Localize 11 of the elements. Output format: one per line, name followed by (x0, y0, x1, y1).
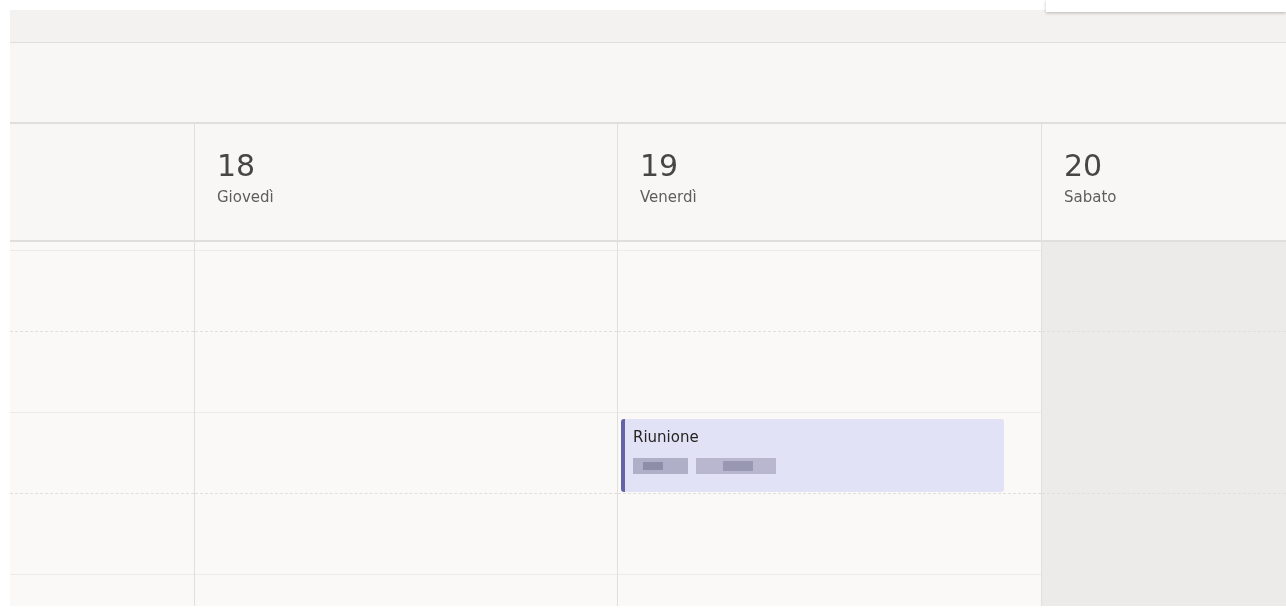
event-title: Riunione (633, 428, 699, 446)
day-header[interactable]: 20 Sabato (1041, 124, 1286, 242)
day-number: 20 (1064, 148, 1104, 184)
day-number: 18 (217, 148, 257, 184)
day-header[interactable]: 18 Giovedì (194, 124, 617, 242)
day-number: 19 (640, 148, 680, 184)
day-header[interactable]: 19 Venerdì (617, 124, 1041, 242)
day-name: Sabato (1064, 188, 1118, 206)
day-name: Venerdì (640, 188, 698, 206)
day-name: Giovedì (217, 188, 275, 206)
event-card[interactable]: Riunione (621, 419, 1004, 492)
